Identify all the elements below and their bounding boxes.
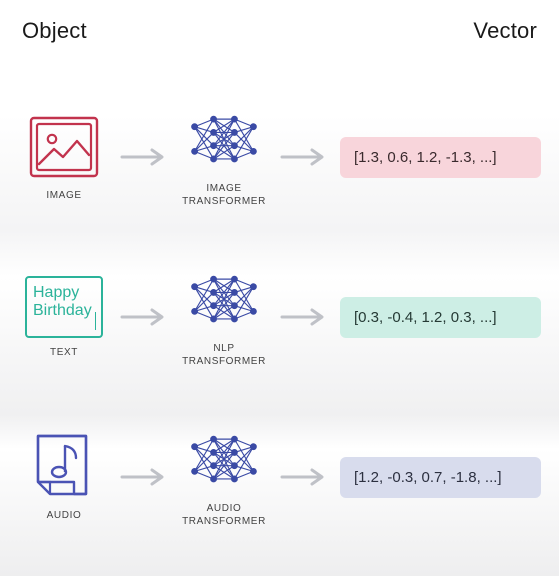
transformer-text-cell: NLP TRANSFORMER	[178, 266, 270, 368]
vector-output-audio: [1.2, -0.3, 0.7, -1.8, ...]	[340, 457, 541, 498]
transformer-audio-cell: AUDIO TRANSFORMER	[178, 426, 270, 528]
arrow-icon	[116, 283, 172, 351]
arrow-icon	[116, 123, 172, 191]
neural-net-icon	[187, 106, 261, 174]
transformer-image-cell: IMAGE TRANSFORMER	[178, 106, 270, 208]
vector-output-text: [0.3, -0.4, 1.2, 0.3, ...]	[340, 297, 541, 338]
neural-net-icon	[187, 426, 261, 494]
arrow-icon	[116, 443, 172, 511]
transformer-image-label: IMAGE TRANSFORMER	[182, 182, 266, 208]
header-vector: Vector	[473, 18, 537, 44]
input-image-cell: IMAGE	[18, 113, 110, 202]
vector-output-image: [1.3, 0.6, 1.2, -1.3, ...]	[340, 137, 541, 178]
header-object: Object	[22, 18, 87, 44]
text-sample-content: Happy Birthday	[33, 284, 92, 321]
header-row: Object Vector	[18, 18, 541, 44]
input-text-label: TEXT	[50, 346, 78, 359]
input-audio-label: AUDIO	[47, 509, 82, 522]
row-audio: AUDIO	[18, 426, 541, 528]
rows: IMAGE	[18, 106, 541, 528]
input-image-label: IMAGE	[46, 189, 81, 202]
row-image: IMAGE	[18, 106, 541, 208]
diagram-page: Object Vector IMAGE	[0, 0, 559, 538]
row-text: Happy Birthday TEXT	[18, 266, 541, 368]
arrow-icon	[276, 443, 332, 511]
input-text-cell: Happy Birthday TEXT	[18, 276, 110, 359]
text-sample-box: Happy Birthday	[25, 276, 103, 338]
audio-file-icon	[27, 433, 101, 501]
transformer-audio-label: AUDIO TRANSFORMER	[182, 502, 266, 528]
neural-net-icon	[187, 266, 261, 334]
image-icon	[27, 113, 101, 181]
transformer-text-label: NLP TRANSFORMER	[182, 342, 266, 368]
arrow-icon	[276, 123, 332, 191]
text-cursor-icon	[95, 312, 96, 330]
arrow-icon	[276, 283, 332, 351]
input-audio-cell: AUDIO	[18, 433, 110, 522]
